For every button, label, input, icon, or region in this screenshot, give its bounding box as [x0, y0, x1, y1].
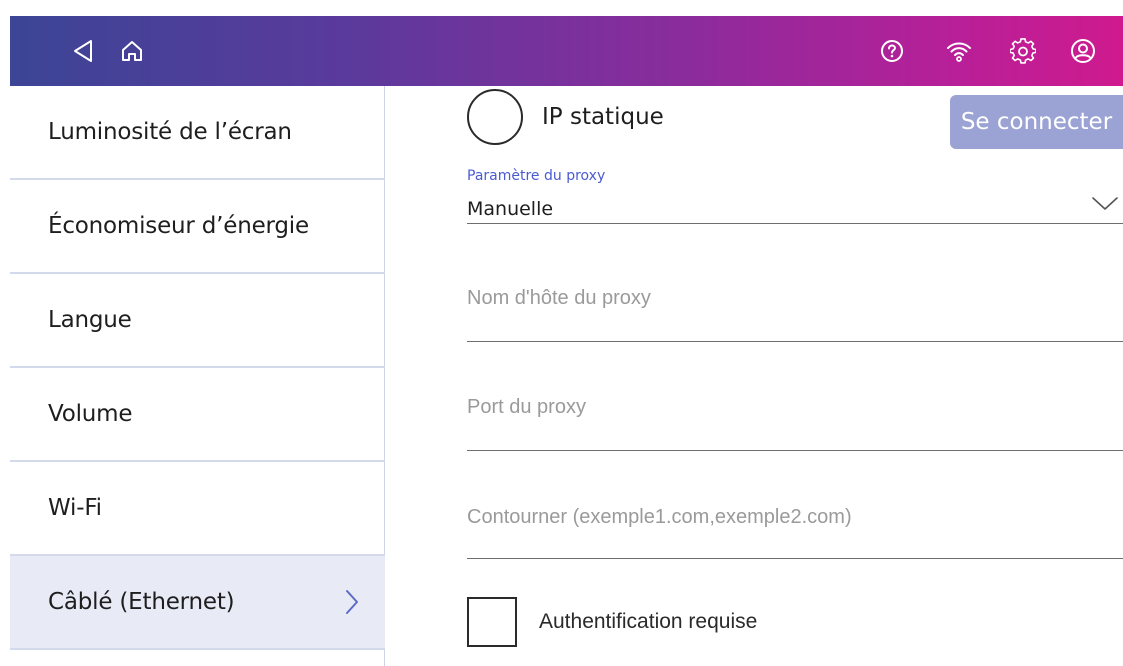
- sidebar-item-volume[interactable]: Volume: [10, 368, 385, 462]
- sidebar-item-label: Langue: [48, 307, 132, 333]
- settings-icon[interactable]: [996, 16, 1050, 86]
- ethernet-settings-panel: IP statique Se connecter Paramètre du pr…: [386, 86, 1123, 666]
- sidebar-item-label: Wi-Fi: [48, 495, 102, 521]
- sidebar-item-brightness[interactable]: Luminosité de l’écran: [10, 86, 385, 180]
- account-icon[interactable]: [1056, 16, 1110, 86]
- proxy-setting-value[interactable]: Manuelle: [467, 198, 553, 220]
- proxy-host-input[interactable]: Nom d'hôte du proxy: [467, 287, 651, 310]
- home-icon[interactable]: [105, 16, 159, 86]
- sidebar-item-energy-saver[interactable]: Économiseur d’énergie: [10, 180, 385, 274]
- sidebar-item-ethernet[interactable]: Câblé (Ethernet): [10, 556, 385, 650]
- chevron-right-icon: [345, 589, 359, 621]
- sidebar-item-label: Économiseur d’énergie: [48, 213, 309, 239]
- sidebar-item-label: Câblé (Ethernet): [48, 589, 235, 615]
- auth-required-label: Authentification requise: [539, 610, 758, 633]
- static-ip-radio[interactable]: [467, 89, 523, 145]
- sidebar-item-wifi[interactable]: Wi-Fi: [10, 462, 385, 556]
- proxy-port-underline: [467, 450, 1123, 451]
- settings-sidebar: Luminosité de l’écran Économiseur d’éner…: [10, 86, 385, 666]
- proxy-bypass-input[interactable]: Contourner (exemple1.com,exemple2.com): [467, 506, 852, 529]
- proxy-host-underline: [467, 341, 1123, 342]
- sidebar-item-language[interactable]: Langue: [10, 274, 385, 368]
- proxy-setting-dropdown[interactable]: [467, 223, 1123, 224]
- top-bar: [10, 16, 1123, 86]
- proxy-setting-caption: Paramètre du proxy: [467, 168, 606, 184]
- static-ip-label: IP statique: [542, 104, 664, 130]
- connect-button[interactable]: Se connecter: [950, 95, 1123, 149]
- proxy-bypass-underline: [467, 558, 1123, 559]
- wifi-icon[interactable]: [932, 16, 986, 86]
- help-icon[interactable]: [865, 16, 919, 86]
- back-icon[interactable]: [56, 16, 110, 86]
- sidebar-item-label: Luminosité de l’écran: [48, 119, 292, 145]
- sidebar-item-label: Volume: [48, 401, 133, 427]
- proxy-port-input[interactable]: Port du proxy: [467, 396, 586, 419]
- chevron-down-icon[interactable]: [1092, 196, 1118, 217]
- auth-required-checkbox[interactable]: [467, 597, 517, 647]
